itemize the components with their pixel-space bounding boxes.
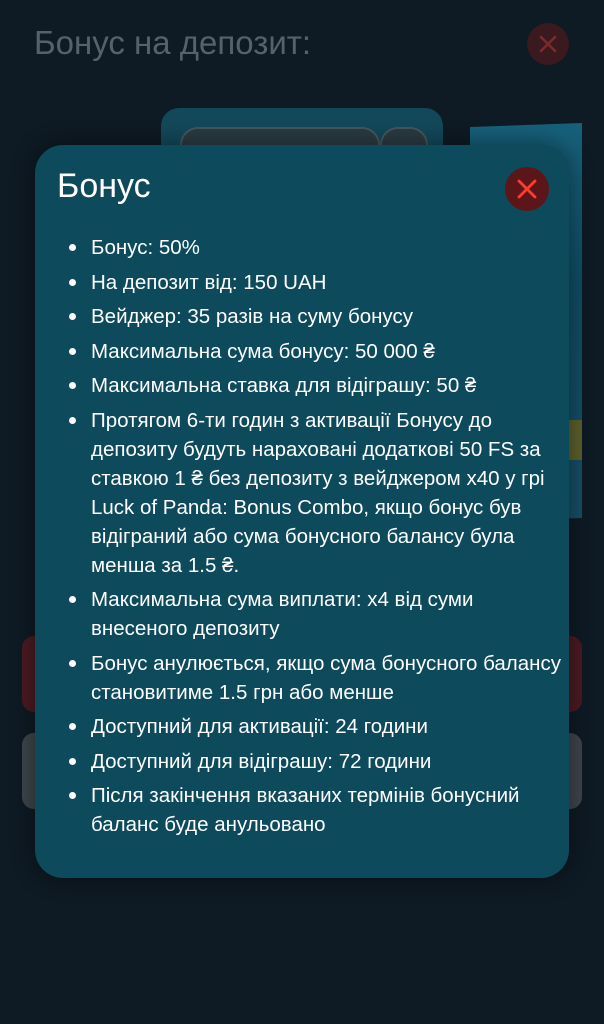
background-close-button <box>527 23 569 65</box>
bullet-icon <box>69 416 76 424</box>
bullet-icon <box>69 792 76 799</box>
bullet-icon <box>69 659 76 667</box>
list-item-text: На депозит від: 150 UAH <box>91 270 327 294</box>
close-icon <box>539 35 557 53</box>
list-item-text: Максимальна сума бонусу: 50 000 ₴ <box>91 339 435 363</box>
list-item-text: Максимальна ставка для відіграшу: 50 ₴ <box>91 374 477 397</box>
list-item-text: Доступний для активації: 24 години <box>91 715 428 738</box>
list-item: Доступний для активації: 24 години <box>65 712 565 741</box>
bonus-terms-list: Бонус: 50% На депозит від: 150 UAH Вейдж… <box>65 233 565 845</box>
bullet-icon <box>69 347 76 355</box>
list-item: Максимальна сума виплати: x4 від суми вн… <box>65 585 565 643</box>
list-item-text: Максимальна сума виплати: x4 від суми вн… <box>91 588 474 640</box>
list-item: Максимальна сума бонусу: 50 000 ₴ <box>65 337 565 366</box>
modal-close-button[interactable] <box>505 167 549 211</box>
list-item-text: Після закінчення вказаних термінів бонус… <box>91 784 520 836</box>
background-title: Бонус на депозит: <box>34 24 312 61</box>
list-item: Доступний для відіграшу: 72 години <box>65 747 565 776</box>
list-item: Протягом 6-ти годин з активації Бонусу д… <box>65 406 565 580</box>
list-item-text: Вейджер: 35 разів на суму бонусу <box>91 305 413 328</box>
bullet-icon <box>69 382 76 389</box>
bonus-modal: Бонус Бонус: 50% На депозит від: 150 UAH… <box>35 145 569 878</box>
list-item-text: Бонус анулюється, якщо сума бонусного ба… <box>91 651 561 704</box>
list-item: Бонус: 50% <box>65 233 565 262</box>
bullet-icon <box>69 278 76 286</box>
bullet-icon <box>69 596 76 603</box>
list-item-text: Бонус: 50% <box>91 236 200 259</box>
bullet-icon <box>69 244 76 251</box>
list-item: Вейджер: 35 разів на суму бонусу <box>65 302 565 331</box>
list-item-text: Протягом 6-ти годин з активації Бонусу д… <box>91 408 545 577</box>
background-header: Бонус на депозит: <box>0 0 604 90</box>
close-icon <box>517 179 537 199</box>
modal-title: Бонус <box>57 167 151 205</box>
list-item: Бонус анулюється, якщо сума бонусного ба… <box>65 649 565 707</box>
bullet-icon <box>69 313 76 320</box>
bullet-icon <box>69 757 76 765</box>
bullet-icon <box>69 723 76 730</box>
list-item-text: Доступний для відіграшу: 72 години <box>91 749 432 773</box>
list-item: Максимальна ставка для відіграшу: 50 ₴ <box>65 371 565 400</box>
list-item: Після закінчення вказаних термінів бонус… <box>65 781 565 839</box>
list-item: На депозит від: 150 UAH <box>65 268 565 297</box>
